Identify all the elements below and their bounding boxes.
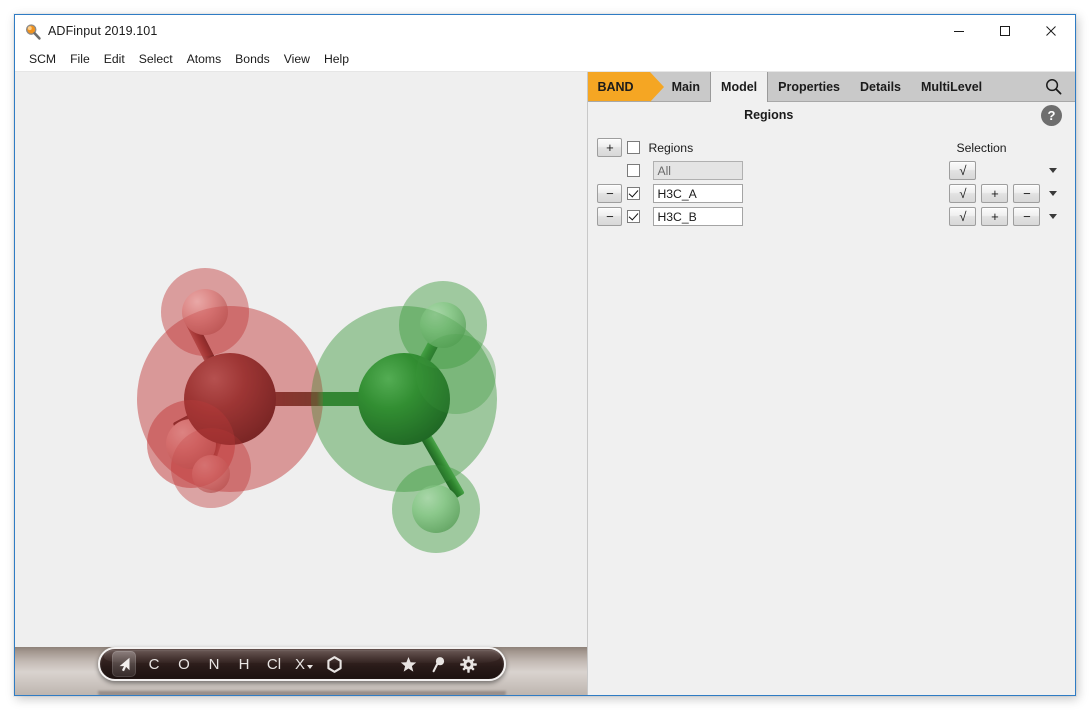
other-element-tool-button[interactable]: X <box>292 651 316 677</box>
region-enabled-cell <box>622 164 644 177</box>
row-menu-button[interactable] <box>1046 164 1060 178</box>
table-row: √ <box>588 159 1075 182</box>
region-name-cell <box>644 207 754 226</box>
page-title: Regions <box>588 108 1075 122</box>
selection-add-button[interactable]: + <box>981 207 1008 226</box>
main-body: C O N H Cl X <box>15 72 1075 695</box>
selection-buttons: √ + − <box>949 184 1040 203</box>
close-button[interactable] <box>1028 15 1074 47</box>
menu-item-bonds[interactable]: Bonds <box>228 49 277 70</box>
maximize-icon <box>999 25 1011 37</box>
window-title: ADFinput 2019.101 <box>48 24 157 38</box>
column-header-selection: Selection <box>956 141 1006 155</box>
carbon-tool-button[interactable]: C <box>142 651 166 677</box>
remove-region-button[interactable]: − <box>597 184 622 203</box>
search-button[interactable] <box>1035 72 1075 101</box>
region-name-cell <box>644 184 754 203</box>
selection-apply-button[interactable]: √ <box>949 161 976 180</box>
chlorine-tool-button[interactable]: Cl <box>262 651 286 677</box>
desktop-background: ADFinput 2019.101 SCM File Edit Select A… <box>0 0 1090 710</box>
regions-table: + Regions Selection <box>588 132 1075 228</box>
selection-subtract-button[interactable]: − <box>1013 207 1040 226</box>
region-name-input[interactable] <box>653 207 743 226</box>
select-all-cell <box>622 141 644 154</box>
table-row: − √ + − <box>588 205 1075 228</box>
selection-apply-button[interactable]: √ <box>949 184 976 203</box>
chevron-down-icon <box>1049 214 1057 219</box>
hydrogen-tool-button[interactable]: H <box>232 651 256 677</box>
molecule-scene[interactable] <box>15 72 588 647</box>
region-name-cell <box>644 161 754 180</box>
menu-item-select[interactable]: Select <box>132 49 180 70</box>
settings-panel: BAND Main Model Properties Details Multi… <box>588 72 1075 695</box>
menu-item-help[interactable]: Help <box>317 49 356 70</box>
row-menu-button[interactable] <box>1046 210 1060 224</box>
add-region-button[interactable]: + <box>597 138 622 157</box>
table-row: − √ + − <box>588 182 1075 205</box>
remove-region-cell: − <box>588 207 622 226</box>
application-window: ADFinput 2019.101 SCM File Edit Select A… <box>14 14 1076 696</box>
remove-region-button[interactable]: − <box>597 207 622 226</box>
menu-item-edit[interactable]: Edit <box>97 49 132 70</box>
pin-tool-button[interactable] <box>426 651 450 677</box>
tab-properties[interactable]: Properties <box>768 72 850 101</box>
chevron-down-icon <box>1049 168 1057 173</box>
selection-subtract-button[interactable]: − <box>1013 184 1040 203</box>
region-enabled-cell <box>622 187 644 200</box>
magnifier-icon <box>24 23 42 41</box>
regions-table-header: + Regions Selection <box>588 136 1075 159</box>
region-enabled-cell <box>622 210 644 223</box>
chevron-down-icon <box>307 665 313 669</box>
toolbar-reflection <box>98 691 506 695</box>
cursor-arrow-icon[interactable] <box>112 651 136 677</box>
menu-item-file[interactable]: File <box>63 49 97 70</box>
ring-tool-button[interactable] <box>322 651 346 677</box>
close-icon <box>1045 25 1057 37</box>
minimize-button[interactable] <box>936 15 982 47</box>
menu-item-scm[interactable]: SCM <box>22 49 63 70</box>
region-checkbox[interactable] <box>627 187 640 200</box>
region-checkbox[interactable] <box>627 210 640 223</box>
tab-strip: BAND Main Model Properties Details Multi… <box>588 72 1075 102</box>
region-checkbox[interactable] <box>627 164 640 177</box>
maximize-button[interactable] <box>982 15 1028 47</box>
panel-right-rail <box>1070 102 1075 695</box>
other-element-label: X <box>295 656 305 673</box>
panel-header: Regions ? <box>588 102 1075 132</box>
row-menu-button[interactable] <box>1046 187 1060 201</box>
engine-badge-band[interactable]: BAND <box>588 72 649 101</box>
selection-apply-button[interactable]: √ <box>949 207 976 226</box>
add-region-cell: + <box>588 138 622 157</box>
nitrogen-tool-button[interactable]: N <box>202 651 226 677</box>
remove-region-cell: − <box>588 184 622 203</box>
search-icon <box>1045 78 1062 95</box>
star-icon <box>400 656 417 673</box>
select-all-checkbox[interactable] <box>627 141 640 154</box>
hexagon-icon <box>326 656 343 673</box>
tab-multilevel[interactable]: MultiLevel <box>911 72 992 101</box>
help-button[interactable]: ? <box>1041 105 1062 126</box>
menu-bar: SCM File Edit Select Atoms Bonds View He… <box>15 48 1075 72</box>
atom-toolbar: C O N H Cl X <box>98 647 506 681</box>
gear-icon <box>460 656 477 673</box>
tab-model[interactable]: Model <box>710 72 768 102</box>
region-name-input[interactable] <box>653 184 743 203</box>
settings-tool-button[interactable] <box>456 651 480 677</box>
pin-icon <box>431 656 446 673</box>
column-header-regions: Regions <box>648 141 693 155</box>
title-bar: ADFinput 2019.101 <box>15 15 1075 48</box>
molecule-viewport[interactable]: C O N H Cl X <box>15 72 588 695</box>
minimize-icon <box>953 25 965 37</box>
region-name-input[interactable] <box>653 161 743 180</box>
selection-buttons: √ + − <box>949 207 1040 226</box>
menu-item-atoms[interactable]: Atoms <box>180 49 229 70</box>
tab-details[interactable]: Details <box>850 72 911 101</box>
menu-item-view[interactable]: View <box>277 49 317 70</box>
oxygen-tool-button[interactable]: O <box>172 651 196 677</box>
favorites-tool-button[interactable] <box>396 651 420 677</box>
chevron-down-icon <box>1049 191 1057 196</box>
selection-add-button[interactable]: + <box>981 184 1008 203</box>
selection-buttons: √ <box>949 161 976 180</box>
